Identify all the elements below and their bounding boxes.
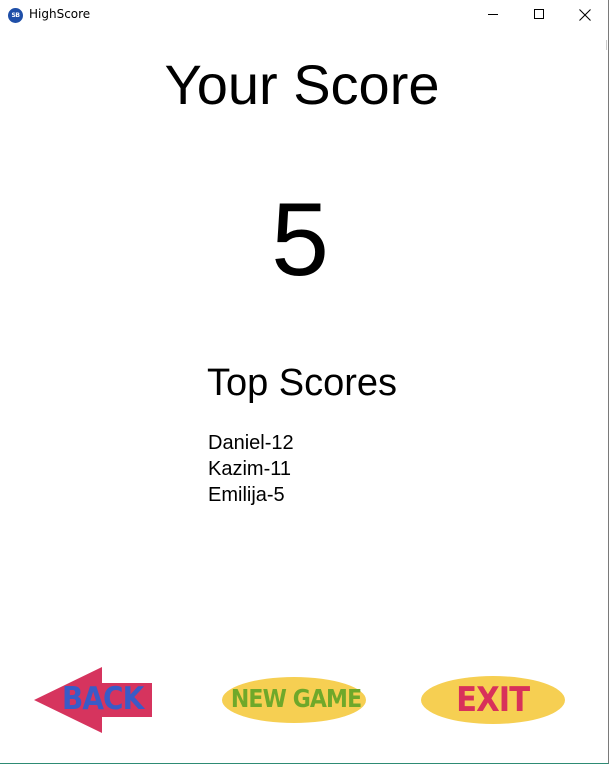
minimize-icon <box>488 14 498 15</box>
maximize-button[interactable] <box>516 0 562 30</box>
score-value: 5 <box>271 182 329 298</box>
list-item: Kazim-11 <box>208 458 291 480</box>
back-button[interactable]: BACK <box>34 667 154 733</box>
your-score-heading: Your Score <box>164 53 440 116</box>
top-scores-heading: Top Scores <box>206 362 398 404</box>
exit-button-label: EXIT <box>456 680 530 720</box>
title-bar[interactable]: SB HighScore <box>0 0 608 30</box>
window-title: HighScore <box>29 7 91 21</box>
new-game-button-label: NEW GAME <box>230 684 362 713</box>
back-button-label: BACK <box>62 681 144 717</box>
close-icon <box>579 9 591 21</box>
highscore-window: SB HighScore Your Score 5 Top Scores Dan… <box>0 0 609 764</box>
top-scores-list: Daniel-12 Kazim-11 Emilija-5 <box>208 430 294 508</box>
close-button[interactable] <box>562 0 608 30</box>
maximize-icon <box>534 9 544 19</box>
window-edge-divider <box>606 40 607 50</box>
new-game-button[interactable]: NEW GAME <box>222 677 366 723</box>
list-item: Emilija-5 <box>208 484 285 506</box>
minimize-button[interactable] <box>470 0 516 30</box>
app-logo-icon: SB <box>8 8 23 23</box>
exit-button[interactable]: EXIT <box>421 676 565 724</box>
list-item: Daniel-12 <box>208 432 294 454</box>
